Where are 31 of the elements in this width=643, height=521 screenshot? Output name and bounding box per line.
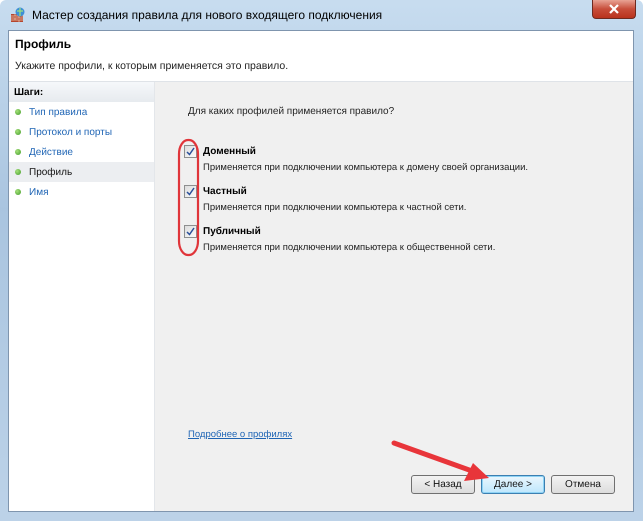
- checkbox[interactable]: [184, 185, 197, 198]
- profile-description: Применяется при подключении компьютера к домену своей организации.: [203, 162, 530, 173]
- close-icon: [608, 4, 620, 14]
- profile-description: Применяется при подключении компьютера к общественной сети.: [203, 242, 496, 253]
- checkbox-label: Частный: [203, 186, 247, 197]
- page-subtitle: Укажите профили, к которым применяется это правило.: [15, 60, 290, 72]
- window-title: Мастер создания правила для нового входящего подключения: [32, 8, 382, 22]
- step-item[interactable]: Профиль: [9, 162, 154, 182]
- wizard-button[interactable]: Отмена: [551, 475, 615, 494]
- checkbox[interactable]: [184, 225, 197, 238]
- step-item[interactable]: Имя: [9, 182, 154, 202]
- step-dot-icon: [15, 149, 21, 155]
- checkbox-label: Доменный: [203, 146, 256, 157]
- step-item[interactable]: Тип правила: [9, 102, 154, 122]
- close-button[interactable]: [592, 0, 636, 19]
- question-text: Для каких профилей применяется правило?: [188, 106, 396, 117]
- steps-heading: Шаги:: [14, 86, 44, 98]
- step-dot-icon: [15, 189, 21, 195]
- wizard-button[interactable]: Далее >: [481, 475, 545, 494]
- firewall-icon: [10, 7, 26, 23]
- step-dot-icon: [15, 109, 21, 115]
- step-item[interactable]: Действие: [9, 142, 154, 162]
- checkbox-label: Публичный: [203, 226, 261, 237]
- wizard-button[interactable]: < Назад: [411, 475, 475, 494]
- step-dot-icon: [15, 129, 21, 135]
- profiles-help-link[interactable]: Подробнее о профилях: [188, 429, 292, 440]
- step-dot-icon: [15, 169, 21, 175]
- checkbox[interactable]: [184, 145, 197, 158]
- page-title: Профиль: [15, 37, 72, 51]
- step-item[interactable]: Протокол и порты: [9, 122, 154, 142]
- profile-description: Применяется при подключении компьютера к частной сети.: [203, 202, 468, 213]
